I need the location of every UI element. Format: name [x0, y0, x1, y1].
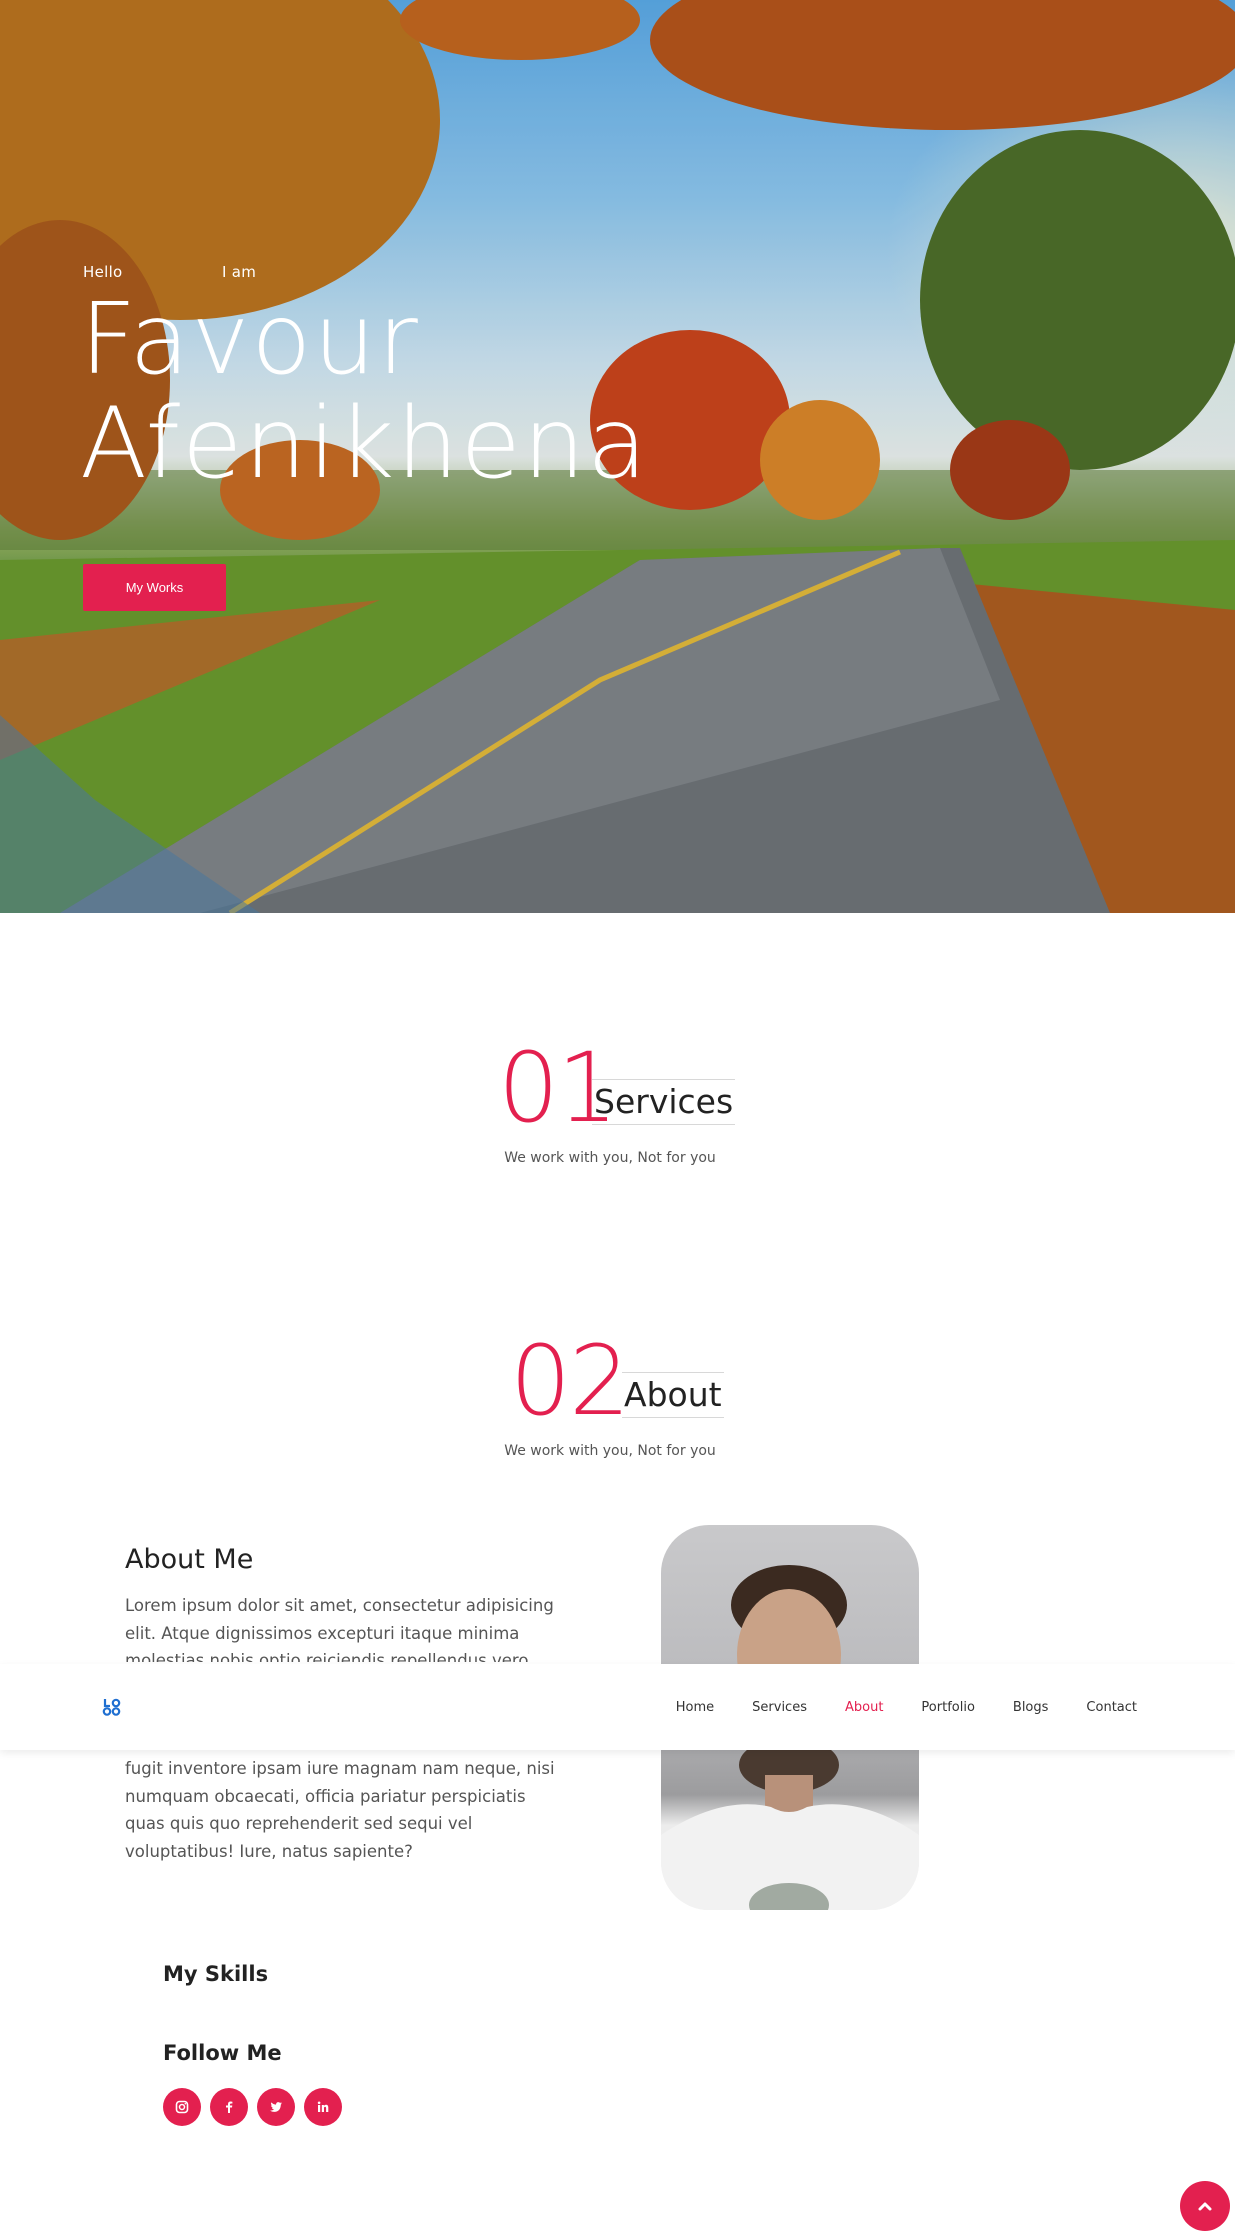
services-title: Services — [592, 1079, 736, 1125]
facebook-icon[interactable] — [210, 2088, 248, 2126]
nav-contact[interactable]: Contact — [1086, 1700, 1137, 1715]
scroll-to-top-button[interactable] — [1180, 2181, 1230, 2231]
social-links — [163, 2088, 342, 2126]
about-me-text-top: Lorem ipsum dolor sit amet, consectetur … — [125, 1596, 554, 1662]
about-title: About — [622, 1372, 724, 1418]
hero-iam-text: I am — [222, 263, 257, 281]
nav-blogs[interactable]: Blogs — [1013, 1700, 1049, 1715]
hero-name-first: Favour — [80, 283, 420, 397]
navbar: Home Services About Portfolio Blogs Cont… — [0, 1664, 1235, 1750]
nav-about[interactable]: About — [845, 1700, 883, 1715]
linkedin-icon[interactable] — [304, 2088, 342, 2126]
nav-links: Home Services About Portfolio Blogs Cont… — [638, 1664, 1137, 1750]
logo-icon[interactable] — [102, 1698, 122, 1716]
follow-me-heading: Follow Me — [163, 2041, 282, 2065]
hero-hello-text: Hello — [83, 263, 123, 281]
services-subtitle: We work with you, Not for you — [504, 1150, 716, 1166]
hero-name: Favour Afenikhena — [80, 288, 780, 496]
instagram-icon[interactable] — [163, 2088, 201, 2126]
about-subtitle: We work with you, Not for you — [504, 1443, 716, 1459]
hero-name-last: Afenikhena — [80, 387, 650, 501]
about-me-heading: About Me — [125, 1544, 254, 1575]
nav-portfolio[interactable]: Portfolio — [921, 1700, 974, 1715]
my-works-button[interactable]: My Works — [83, 564, 226, 611]
about-me-text-bottom: fugit inventore ipsam iure magnam nam ne… — [125, 1759, 555, 1861]
about-number: 02 — [510, 1325, 630, 1437]
hero-section: Hello I am Favour Afenikhena My Works — [0, 0, 1235, 913]
nav-services[interactable]: Services — [752, 1700, 807, 1715]
chevron-up-icon — [1198, 2202, 1212, 2211]
my-skills-heading: My Skills — [163, 1962, 269, 1986]
twitter-icon[interactable] — [257, 2088, 295, 2126]
nav-home[interactable]: Home — [676, 1700, 714, 1715]
